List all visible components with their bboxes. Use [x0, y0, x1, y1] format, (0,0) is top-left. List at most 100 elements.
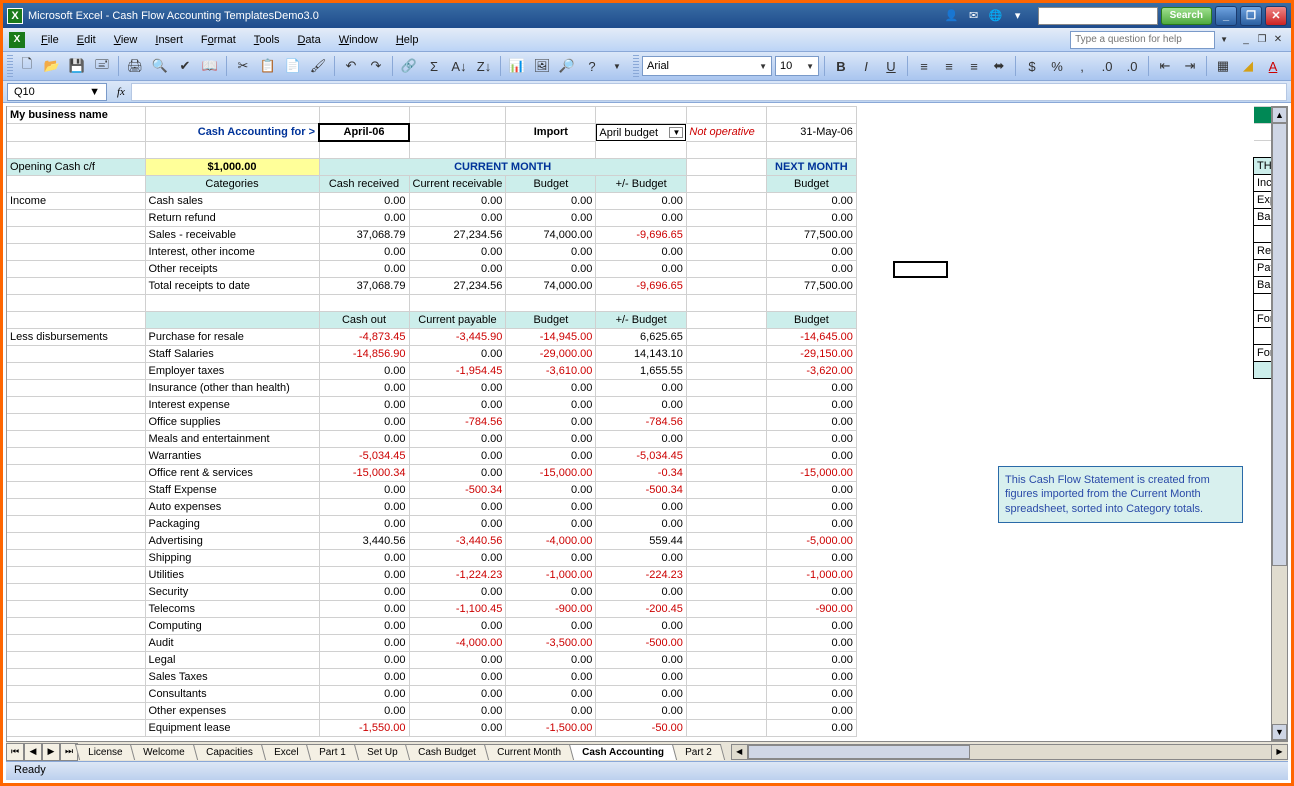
table-cell[interactable]: 0.00 [409, 668, 506, 685]
table-cell[interactable]: -784.56 [409, 413, 506, 430]
table-cell[interactable]: 0.00 [506, 447, 596, 464]
table-row-category[interactable]: Employer taxes [145, 362, 319, 379]
table-cell[interactable]: 0.00 [409, 447, 506, 464]
sheet-tab[interactable]: Part 1 [306, 744, 359, 760]
table-cell[interactable]: 0.00 [506, 668, 596, 685]
formula-input[interactable] [131, 83, 1287, 101]
table-cell[interactable]: 0.00 [506, 430, 596, 447]
table-cell[interactable]: 0.00 [506, 702, 596, 719]
table-cell[interactable]: -14,945.00 [506, 328, 596, 345]
autosum-icon[interactable]: Σ [423, 55, 445, 77]
table-cell[interactable]: 0.00 [596, 515, 687, 532]
table-cell[interactable]: 27,234.56 [409, 226, 506, 243]
table-cell[interactable]: 0.00 [319, 617, 409, 634]
opening-cash-value[interactable]: $1,000.00 [145, 158, 319, 175]
table-cell[interactable]: 0.00 [506, 651, 596, 668]
table-cell[interactable]: 0.00 [409, 345, 506, 362]
table-cell[interactable]: 0.00 [506, 209, 596, 226]
menu-insert[interactable]: Insert [147, 31, 191, 49]
table-cell[interactable]: 0.00 [766, 668, 856, 685]
menu-data[interactable]: Data [289, 31, 328, 49]
table-row-category[interactable]: Packaging [145, 515, 319, 532]
table-cell[interactable]: -15,000.34 [319, 464, 409, 481]
table-row-category[interactable]: Telecoms [145, 600, 319, 617]
font-size-select[interactable]: 10▼ [775, 56, 819, 76]
table-cell[interactable]: 0.00 [766, 617, 856, 634]
maximize-button[interactable]: ❐ [1240, 6, 1262, 26]
toolbar-options-icon[interactable]: ▼ [606, 55, 628, 77]
table-row-category[interactable]: Staff Salaries [145, 345, 319, 362]
tab-nav-next-icon[interactable]: ▶ [42, 743, 60, 761]
table-cell[interactable]: 0.00 [409, 464, 506, 481]
table-cell[interactable]: -5,034.45 [596, 447, 687, 464]
drawing-icon[interactable]: 🖼 [531, 55, 553, 77]
table-cell[interactable]: 0.00 [596, 702, 687, 719]
table-row-category[interactable]: Security [145, 583, 319, 600]
table-cell[interactable]: 0.00 [319, 192, 409, 209]
cut-icon[interactable]: ✂ [232, 55, 254, 77]
decrease-indent-icon[interactable]: ⇤ [1154, 55, 1176, 77]
table-row-category[interactable]: Computing [145, 617, 319, 634]
menu-format[interactable]: Format [193, 31, 244, 49]
table-cell[interactable]: -29,000.00 [506, 345, 596, 362]
table-cell[interactable]: 0.00 [506, 396, 596, 413]
table-cell[interactable]: 1,655.55 [596, 362, 687, 379]
table-cell[interactable]: 0.00 [409, 685, 506, 702]
table-cell[interactable]: -29,150.00 [766, 345, 856, 362]
save-icon[interactable]: 💾 [66, 55, 88, 77]
table-cell[interactable]: 0.00 [319, 685, 409, 702]
table-cell[interactable]: 0.00 [506, 413, 596, 430]
table-cell[interactable]: -14,856.90 [319, 345, 409, 362]
table-cell[interactable]: 0.00 [409, 430, 506, 447]
table-cell[interactable]: -9,696.65 [596, 226, 687, 243]
table-cell[interactable]: 0.00 [319, 515, 409, 532]
menu-help[interactable]: Help [388, 31, 427, 49]
table-row-category[interactable]: Insurance (other than health) [145, 379, 319, 396]
table-cell[interactable]: 0.00 [766, 379, 856, 396]
table-cell[interactable]: 0.00 [319, 668, 409, 685]
table-cell[interactable]: 0.00 [766, 651, 856, 668]
table-row-category[interactable]: Other expenses [145, 702, 319, 719]
horizontal-scrollbar[interactable]: ◀ ▶ [731, 744, 1288, 760]
sheet-tab[interactable]: Current Month [484, 744, 574, 760]
name-box[interactable]: Q10▼ [7, 83, 107, 101]
sort-desc-icon[interactable]: Z↓ [473, 55, 495, 77]
spell-icon[interactable]: ✔ [174, 55, 196, 77]
table-cell[interactable]: 0.00 [506, 243, 596, 260]
table-cell[interactable]: -15,000.00 [506, 464, 596, 481]
table-row-category[interactable]: Auto expenses [145, 498, 319, 515]
import-select[interactable]: April budget▼ [596, 124, 686, 141]
table-cell[interactable]: 0.00 [319, 379, 409, 396]
table-cell[interactable]: 0.00 [766, 447, 856, 464]
close-button[interactable]: ✕ [1265, 6, 1287, 26]
table-row-category[interactable]: Interest expense [145, 396, 319, 413]
align-left-icon[interactable]: ≡ [913, 55, 935, 77]
font-color-icon[interactable]: A [1262, 55, 1284, 77]
table-cell[interactable]: 0.00 [319, 396, 409, 413]
percent-icon[interactable]: % [1046, 55, 1068, 77]
table-cell[interactable]: -500.34 [409, 481, 506, 498]
table-cell[interactable]: -1,000.00 [506, 566, 596, 583]
table-cell[interactable]: 3,440.56 [319, 532, 409, 549]
table-cell[interactable]: 0.00 [596, 549, 687, 566]
table-cell[interactable]: -3,445.90 [409, 328, 506, 345]
table-row-category[interactable]: Office supplies [145, 413, 319, 430]
table-cell[interactable]: 0.00 [766, 515, 856, 532]
table-cell[interactable]: 0.00 [766, 549, 856, 566]
table-cell[interactable]: 0.00 [319, 549, 409, 566]
sheet-tab[interactable]: Welcome [130, 744, 198, 760]
table-cell[interactable]: 0.00 [766, 481, 856, 498]
sheet-tab[interactable]: Cash Accounting [569, 744, 677, 760]
table-row-category[interactable]: Sales Taxes [145, 668, 319, 685]
table-cell[interactable]: -5,034.45 [319, 447, 409, 464]
table-cell[interactable]: 0.00 [506, 583, 596, 600]
table-cell[interactable]: 0.00 [409, 192, 506, 209]
menu-tools[interactable]: Tools [246, 31, 288, 49]
table-row-category[interactable]: Interest, other income [145, 243, 319, 260]
table-cell[interactable]: -3,620.00 [766, 362, 856, 379]
table-cell[interactable]: 0.00 [506, 498, 596, 515]
table-cell[interactable]: -900.00 [766, 600, 856, 617]
table-cell[interactable]: 0.00 [596, 260, 687, 277]
copy-icon[interactable]: 📋 [257, 55, 279, 77]
table-cell[interactable]: 0.00 [766, 430, 856, 447]
